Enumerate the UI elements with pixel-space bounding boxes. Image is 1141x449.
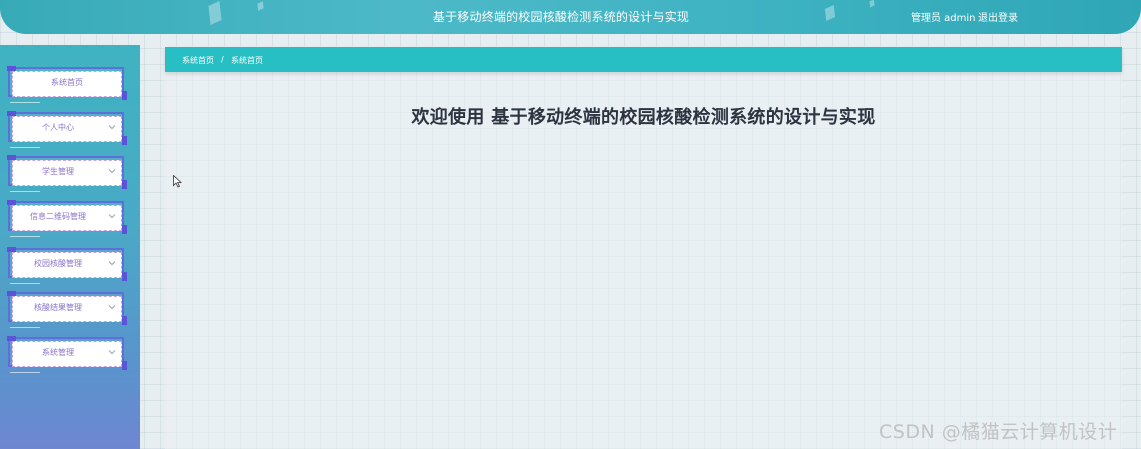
sidebar-item-label: 信息二维码管理 <box>30 212 86 221</box>
chevron-down-icon <box>108 305 116 310</box>
accent-line <box>10 147 40 148</box>
watermark: CSDN @橘猫云计算机设计 <box>879 421 1118 443</box>
breadcrumb: 系统首页 / 系统首页 <box>165 47 1122 72</box>
corner-decoration <box>7 247 16 252</box>
corner-decoration <box>7 66 16 71</box>
accent-line <box>10 191 40 192</box>
accent-line <box>10 283 40 284</box>
sidebar-item-system-management[interactable]: 系统管理 <box>7 336 127 373</box>
sidebar: 系统首页 个人中心 学生管理 信息二维码管理 校园核酸管理 核酸结果管理 系统管… <box>0 45 140 449</box>
breadcrumb-item-home[interactable]: 系统首页 <box>182 55 214 66</box>
sidebar-item-test-results[interactable]: 核酸结果管理 <box>7 291 127 328</box>
sidebar-item-label: 系统管理 <box>42 348 74 357</box>
accent-line <box>10 372 40 373</box>
breadcrumb-item-current: 系统首页 <box>231 56 263 65</box>
header-decoration <box>869 0 875 8</box>
corner-decoration <box>122 91 127 100</box>
sidebar-item-student-management[interactable]: 学生管理 <box>7 155 127 192</box>
accent-line <box>10 102 40 103</box>
corner-decoration <box>7 200 16 205</box>
corner-decoration <box>122 136 127 145</box>
mouse-pointer-icon <box>173 175 182 188</box>
chevron-down-icon <box>108 350 116 355</box>
accent-line <box>10 327 40 328</box>
chevron-down-icon <box>108 261 116 266</box>
breadcrumb-separator: / <box>221 55 224 64</box>
corner-decoration <box>122 316 127 325</box>
corner-decoration <box>7 155 16 160</box>
sidebar-item-personal-center[interactable]: 个人中心 <box>7 111 127 148</box>
sidebar-item-label: 核酸结果管理 <box>34 303 82 312</box>
current-user: 管理员 admin <box>911 13 976 24</box>
sidebar-item-label: 学生管理 <box>42 167 74 176</box>
welcome-heading: 欢迎使用 基于移动终端的校园核酸检测系统的设计与实现 <box>411 107 876 128</box>
chevron-down-icon <box>108 169 116 174</box>
corner-decoration <box>122 272 127 281</box>
sidebar-item-qrcode-management[interactable]: 信息二维码管理 <box>7 200 127 237</box>
sidebar-item-label: 个人中心 <box>42 123 74 132</box>
chevron-down-icon <box>108 214 116 219</box>
sidebar-item-home[interactable]: 系统首页 <box>7 66 127 103</box>
corner-decoration <box>7 291 16 296</box>
top-header: 基于移动终端的校园核酸检测系统的设计与实现 管理员 admin 退出登录 <box>0 0 1141 34</box>
sidebar-item-label: 系统首页 <box>51 78 83 87</box>
corner-decoration <box>122 180 127 189</box>
chevron-down-icon <box>108 125 116 130</box>
corner-decoration <box>122 361 127 370</box>
sidebar-item-campus-nucleic-acid[interactable]: 校园核酸管理 <box>7 247 127 284</box>
corner-decoration <box>7 111 16 116</box>
corner-decoration <box>7 336 16 341</box>
sidebar-item-label: 校园核酸管理 <box>34 259 82 268</box>
logout-link[interactable]: 退出登录 <box>978 9 1018 24</box>
corner-decoration <box>122 225 127 234</box>
accent-line <box>10 236 40 237</box>
